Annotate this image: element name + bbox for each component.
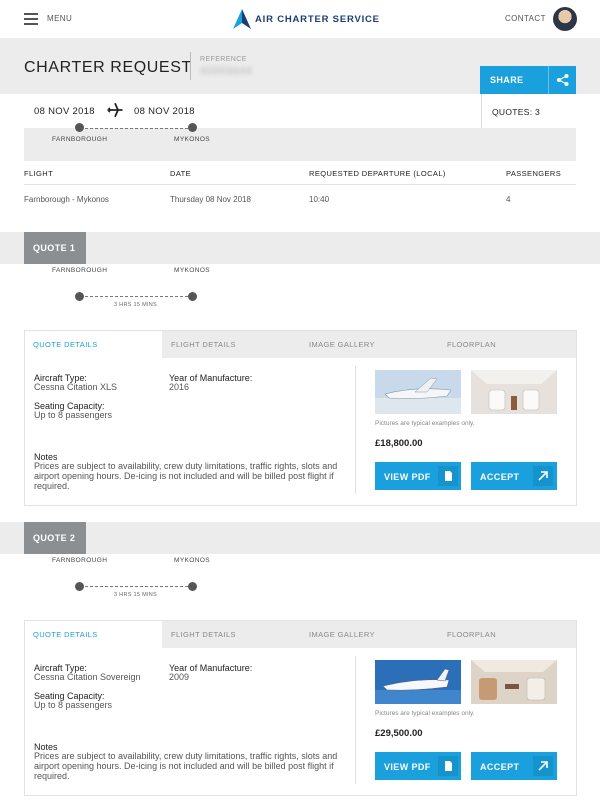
quote-1-seating: Up to 8 passengers (34, 410, 113, 420)
th-date: DATE (170, 169, 192, 178)
title-divider (190, 52, 191, 80)
td-flight: Farnborough - Mykonos (24, 195, 109, 204)
destination-dot (188, 123, 197, 132)
share-separator (548, 66, 549, 94)
quote-1-label: QUOTE 1 (33, 243, 76, 253)
quote-2-interior-image[interactable] (471, 660, 557, 704)
reference-label: REFERENCE (200, 56, 247, 63)
share-icon (557, 74, 569, 86)
avatar[interactable] (553, 7, 577, 31)
quote-1-view-pdf-label: VIEW PDF (384, 472, 431, 482)
quote-1-year: 2016 (169, 382, 190, 392)
return-date: 08 NOV 2018 (134, 106, 195, 117)
menu-label[interactable]: MENU (47, 14, 72, 23)
quotes-count: QUOTES: 3 (492, 107, 541, 117)
quote-2-accept-label: ACCEPT (480, 762, 520, 772)
quote-2-seating: Up to 8 passengers (34, 700, 113, 710)
quote-2-band (0, 522, 600, 554)
quote-1-notes: Prices are subject to availability, crew… (34, 461, 338, 491)
quote-2-year: 2009 (169, 672, 190, 682)
th-departure: REQUESTED DEPARTURE (LOCAL) (309, 169, 446, 178)
quote-1-tab-quote-details[interactable]: QUOTE DETAILS (33, 340, 98, 349)
table-divider (24, 184, 576, 185)
quote-1-price: £18,800.00 (375, 438, 423, 449)
document-icon (438, 466, 458, 486)
quote-2-destination-dot (188, 582, 197, 591)
quote-1-duration: 3 HRS 15 MINS (114, 302, 158, 308)
hamburger-icon[interactable] (24, 13, 38, 25)
quote-2-tab-image-gallery[interactable]: IMAGE GALLERY (309, 630, 375, 639)
contact-link[interactable]: CONTACT (505, 14, 546, 23)
arrow-up-right-icon (533, 466, 553, 486)
quote-2-notes: Prices are subject to availability, crew… (34, 751, 338, 781)
quote-1-accept-label: ACCEPT (480, 472, 520, 482)
quote-1-destination-dot (188, 292, 197, 301)
quote-2-disclaimer: Pictures are typical examples only. (375, 710, 475, 717)
quote-2-duration: 3 HRS 15 MINS (114, 592, 158, 598)
quote-1-route-line (80, 296, 193, 297)
quote-2-aircraft-type: Cessna Citation Sovereign (34, 672, 141, 682)
quote-1-interior-image[interactable] (471, 370, 557, 414)
td-date: Thursday 08 Nov 2018 (170, 195, 251, 204)
quote-1-divider (355, 366, 356, 494)
depart-date: 08 NOV 2018 (34, 106, 95, 117)
quotes-divider (481, 94, 482, 128)
route-band (24, 128, 576, 161)
quote-2-exterior-image[interactable] (375, 660, 461, 704)
brand-logo[interactable]: AIR CHARTER SERVICE (233, 9, 380, 29)
quote-1-tab-flight-details[interactable]: FLIGHT DETAILS (171, 340, 236, 349)
quote-2-destination: MYKONOS (174, 557, 211, 564)
quote-1-disclaimer: Pictures are typical examples only. (375, 420, 475, 427)
quote-1-exterior-image[interactable] (375, 370, 461, 414)
quote-2-price: £29,500.00 (375, 728, 423, 739)
quote-2-origin: FARNBOROUGH (52, 557, 108, 564)
quote-1-tab-floorplan[interactable]: FLOORPLAN (447, 340, 496, 349)
share-label: SHARE (490, 75, 524, 85)
brand-name: AIR CHARTER SERVICE (255, 13, 380, 25)
page-title: CHARTER REQUEST (24, 59, 192, 76)
th-flight: FLIGHT (24, 169, 54, 178)
quote-1-band (0, 232, 600, 264)
quote-2-tab-quote-details[interactable]: QUOTE DETAILS (33, 630, 98, 639)
origin-dot (75, 123, 84, 132)
quote-2-origin-dot (75, 582, 84, 591)
plane-icon (107, 102, 123, 118)
arrow-up-right-icon (533, 756, 553, 776)
quote-1-tab-image-gallery[interactable]: IMAGE GALLERY (309, 340, 375, 349)
ac-logo-icon (233, 9, 251, 29)
td-departure: 10:40 (309, 195, 330, 204)
route-destination: MYKONOS (174, 136, 211, 143)
quote-1-origin: FARNBOROUGH (52, 267, 108, 274)
route-origin: FARNBOROUGH (52, 136, 108, 143)
quote-1-origin-dot (75, 292, 84, 301)
quote-2-route-line (80, 586, 193, 587)
quote-2-tab-flight-details[interactable]: FLIGHT DETAILS (171, 630, 236, 639)
td-passengers: 4 (506, 195, 511, 204)
document-icon (438, 756, 458, 776)
route-line (80, 128, 193, 129)
quote-2-view-pdf-label: VIEW PDF (384, 762, 431, 772)
quote-2-label: QUOTE 2 (33, 533, 76, 543)
quote-1-aircraft-type: Cessna Citation XLS (34, 382, 118, 392)
quote-1-destination: MYKONOS (174, 267, 211, 274)
reference-value: 42003444 (200, 66, 253, 77)
th-passengers: PASSENGERS (506, 169, 562, 178)
quote-2-divider (355, 656, 356, 784)
quote-2-tab-floorplan[interactable]: FLOORPLAN (447, 630, 496, 639)
